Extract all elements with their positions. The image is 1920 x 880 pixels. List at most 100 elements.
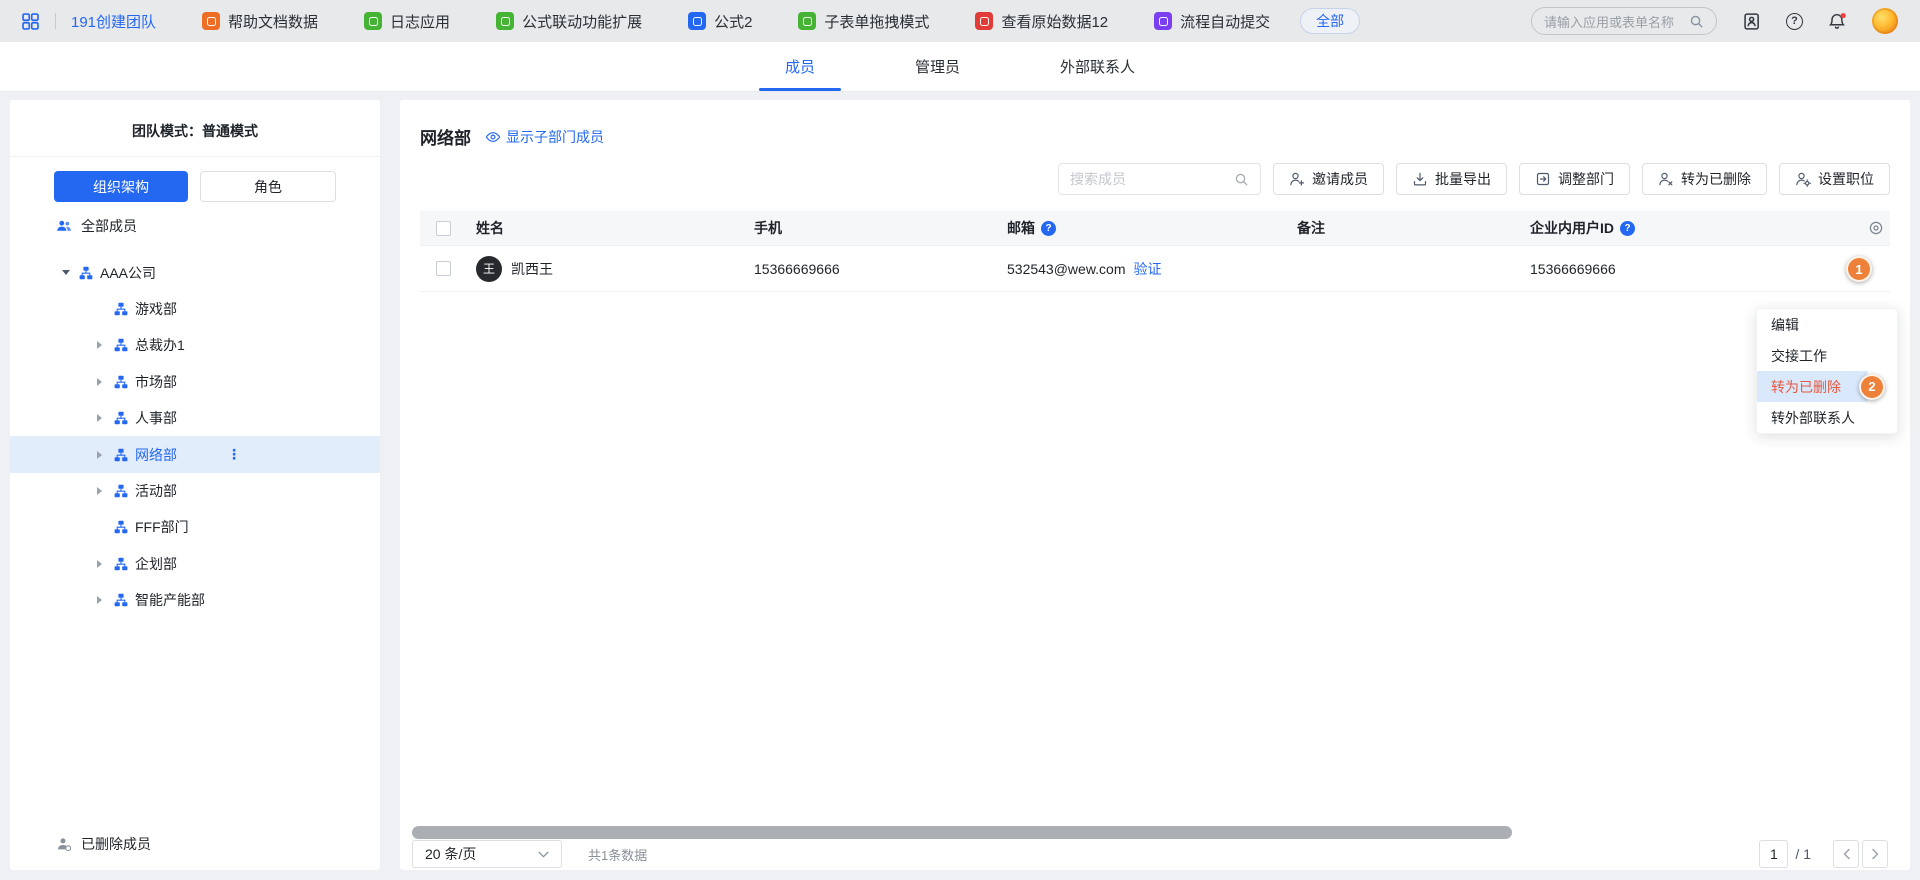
show-subdepartment-link[interactable]: 显示子部门成员 [485,127,604,147]
row-checkbox[interactable] [436,261,451,276]
tree-item-department[interactable]: FFF部门 [10,509,380,545]
tree-item-department[interactable]: AAA公司 [10,254,380,290]
toolbar-button-label: 批量导出 [1435,169,1491,189]
app-tab[interactable]: 帮助文档数据 [202,11,318,32]
column-settings-icon[interactable] [1856,220,1890,236]
workspace-name[interactable]: 191创建团队 [71,11,156,32]
expand-arrow-slot[interactable] [97,451,114,459]
table-footer: 20 条/页 共1条数据 1 / 1 [412,840,1888,868]
more-actions-icon[interactable]: ⋮ [227,446,241,463]
member-avatar: 王 [476,256,502,282]
page-number-input[interactable]: 1 [1759,840,1788,868]
tree-item-department[interactable]: 智能产能部 [10,582,380,618]
table-header-row: 姓名 手机 邮箱 ? 备注 企业内用户ID ? [420,211,1890,246]
column-help-icon[interactable]: ? [1041,221,1056,236]
tree-item-department[interactable]: 市场部 [10,364,380,400]
app-tab[interactable]: 查看原始数据12 [975,11,1108,32]
toolbar-button-label: 邀请成员 [1312,169,1368,189]
app-tab[interactable]: 公式2 [688,11,752,32]
column-header: 姓名 [476,218,754,238]
org-structure-button[interactable]: 组织架构 [54,171,188,202]
toolbar-button[interactable]: 调整部门 [1519,163,1630,195]
next-page-button[interactable] [1862,840,1888,868]
section-tab[interactable]: 成员 [785,42,815,91]
members-group-icon [56,218,72,234]
page-title: 网络部 [420,124,471,149]
role-button[interactable]: 角色 [200,171,336,202]
expand-arrow-slot[interactable] [97,596,114,604]
chevron-right-icon [97,560,102,568]
context-menu-item[interactable]: 交接工作 [1757,340,1897,371]
topbar-divider [55,13,56,29]
tree-item-all-members[interactable]: 全部成员 [10,208,380,244]
section-tab[interactable]: 管理员 [915,42,960,91]
section-tab-label: 外部联系人 [1060,56,1135,77]
toolbar-button[interactable]: 批量导出 [1396,163,1507,195]
table-row[interactable]: 王 凯西王 15366669666 532543@wew.com 验证 1536… [420,246,1890,292]
context-menu-item-label: 编辑 [1771,315,1799,335]
app-tab-label: 流程自动提交 [1180,11,1270,32]
expand-arrow-slot[interactable] [97,487,114,495]
expand-arrow-slot[interactable] [97,560,114,568]
total-count-label: 共1条数据 [588,845,647,864]
org-sidebar-panel: 团队模式：普通模式 组织架构 角色 全部成员 [10,100,380,870]
chevron-right-icon [97,341,102,349]
person-add-icon [1289,171,1305,187]
context-menu-item[interactable]: 转外部联系人 [1757,402,1897,433]
app-icon [1154,12,1172,30]
eye-icon [485,129,501,145]
tree-item-department[interactable]: 企划部 [10,546,380,582]
deleted-members-link[interactable]: 已删除成员 [10,828,380,860]
verify-email-link[interactable]: 验证 [1134,259,1162,279]
expand-arrow-slot[interactable] [97,378,114,386]
select-all-cell [436,221,476,236]
all-apps-pill[interactable]: 全部 [1300,8,1360,34]
context-menu-item[interactable]: 编辑 [1757,309,1897,340]
app-icon [202,12,220,30]
toolbar-button[interactable]: 邀请成员 [1273,163,1384,195]
help-icon[interactable]: ? [1786,13,1803,30]
select-all-checkbox[interactable] [436,221,451,236]
toolbar-button[interactable]: 设置职位 [1779,163,1890,195]
column-help-icon[interactable]: ? [1620,221,1635,236]
tree-item-department[interactable]: 人事部 [10,400,380,436]
expand-arrow-slot[interactable] [97,414,114,422]
app-tab[interactable]: 日志应用 [364,11,450,32]
annotation-step-badge: 2 [1859,374,1885,400]
member-search-input[interactable]: 搜索成员 [1058,163,1261,195]
person-remove-icon [1658,171,1674,187]
app-tab[interactable]: 流程自动提交 [1154,11,1270,32]
department-icon [114,484,128,498]
global-search-input[interactable]: 请输入应用或表单名称 [1531,7,1717,35]
app-tab[interactable]: 公式联动功能扩展 [496,11,642,32]
tree-item-department[interactable]: 活动部 [10,473,380,509]
expand-arrow-slot[interactable] [62,270,79,275]
member-toolbar: 搜索成员 邀请成员 [400,149,1910,195]
members-main-panel: 网络部 显示子部门成员 搜索成员 [400,100,1910,870]
page-size-select[interactable]: 20 条/页 [412,840,562,868]
tree-item-label: 智能产能部 [135,590,205,610]
app-tab-list: 帮助文档数据 日志应用 公式联动功能扩展 公式2 子表单拖拽模式 查看原始数据1… [202,11,1270,32]
show-subdepartment-label: 显示子部门成员 [506,127,604,147]
horizontal-scrollbar[interactable] [412,826,1512,839]
toolbar-button[interactable]: 转为已删除 [1642,163,1767,195]
context-menu-item[interactable]: 转为已删除 2 [1757,371,1897,402]
toolbar-button-label: 调整部门 [1558,169,1614,189]
tree-item-department[interactable]: 总裁办1 [10,327,380,363]
notification-bell-icon[interactable] [1828,12,1847,31]
column-header: 邮箱 ? [1007,218,1297,238]
expand-arrow-slot[interactable] [97,341,114,349]
tree-item-department[interactable]: 游戏部 [10,291,380,327]
prev-page-button[interactable] [1833,840,1859,868]
contacts-book-icon[interactable] [1742,12,1761,31]
section-tab[interactable]: 外部联系人 [1060,42,1135,91]
row-context-menu: 编辑 交接工作 转为已删除 2 转外部联系人 [1756,308,1898,434]
section-tab-bar: 成员 管理员 外部联系人 [0,42,1920,92]
tree-item-label: 企划部 [135,554,177,574]
app-tab[interactable]: 子表单拖拽模式 [798,11,929,32]
department-icon [114,593,128,607]
tree-item-department[interactable]: 网络部 ⋮ [10,436,380,472]
section-tab-label: 成员 [785,56,815,77]
member-user-id: 15366669666 [1530,261,1890,277]
app-grid-icon[interactable] [22,13,39,30]
